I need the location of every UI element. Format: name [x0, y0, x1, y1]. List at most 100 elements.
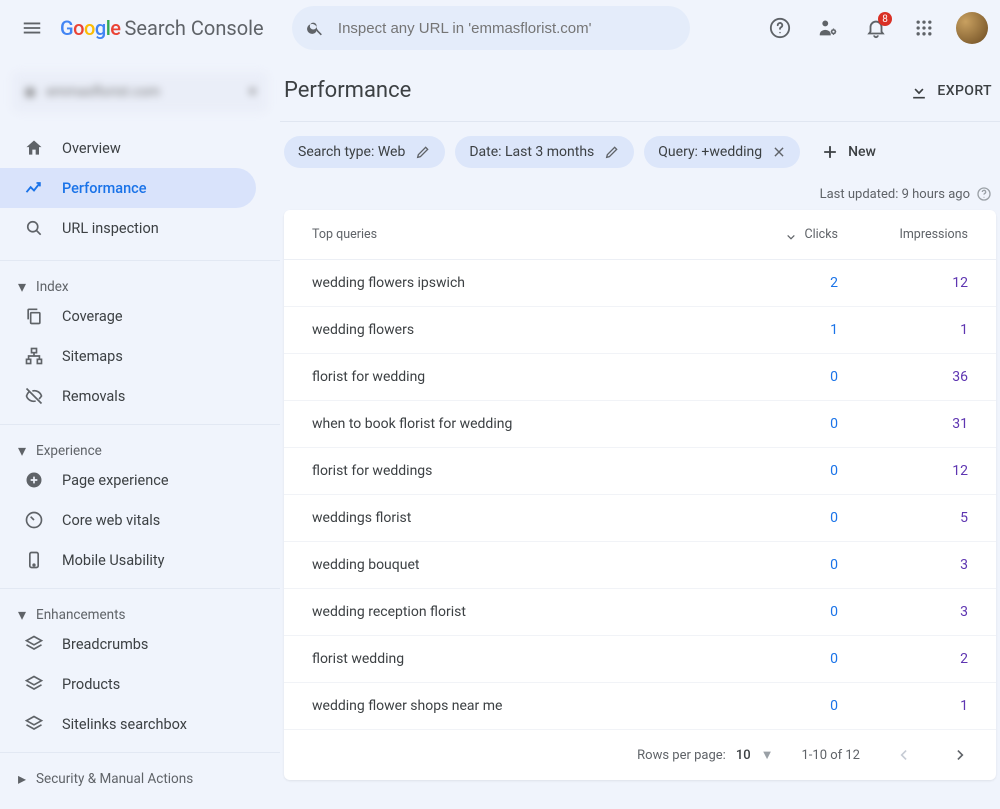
table-row[interactable]: wedding flowers11: [284, 307, 996, 354]
cell-impressions: 2: [838, 651, 968, 667]
nav-breadcrumbs[interactable]: Breadcrumbs: [0, 624, 256, 664]
cell-impressions: 3: [838, 557, 968, 573]
table-row[interactable]: wedding reception florist03: [284, 589, 996, 636]
col-impressions[interactable]: Impressions: [838, 227, 968, 242]
nav-products[interactable]: Products: [0, 664, 256, 704]
export-label: EXPORT: [937, 83, 992, 99]
last-updated: Last updated: 9 hours ago: [280, 186, 992, 202]
help-icon[interactable]: [760, 8, 800, 48]
rows-per-page[interactable]: Rows per page: 10 ▼: [637, 747, 773, 763]
queries-table: Top queries Clicks Impressions wedding f…: [284, 210, 996, 780]
table-row[interactable]: when to book florist for wedding031: [284, 401, 996, 448]
table-row[interactable]: weddings florist05: [284, 495, 996, 542]
nav-mobile-usability[interactable]: Mobile Usability: [0, 540, 256, 580]
page-range: 1-10 of 12: [801, 748, 860, 763]
cell-clicks: 0: [708, 557, 838, 573]
table-row[interactable]: wedding flowers ipswich212: [284, 260, 996, 307]
filter-chips: Search type: Web Date: Last 3 months Que…: [280, 136, 1000, 168]
group-label: Security & Manual Actions: [36, 771, 193, 787]
add-filter-button[interactable]: New: [810, 136, 886, 168]
pencil-icon: [415, 144, 431, 160]
cell-query: when to book florist for wedding: [312, 416, 708, 432]
arrow-down-icon: [784, 228, 798, 242]
group-security[interactable]: ▸ Security & Manual Actions: [0, 752, 280, 788]
next-page-button[interactable]: [946, 740, 976, 770]
cell-impressions: 5: [838, 510, 968, 526]
nav-sitelinks-searchbox[interactable]: Sitelinks searchbox: [0, 704, 256, 744]
property-selector[interactable]: ◉emmasflorist.com▾: [12, 72, 268, 112]
nav-performance[interactable]: Performance: [0, 168, 256, 208]
app-header: Google Search Console 8: [0, 0, 1000, 56]
nav-removals[interactable]: Removals: [0, 376, 256, 416]
notification-badge: 8: [878, 12, 892, 26]
apps-icon[interactable]: [904, 8, 944, 48]
cell-query: wedding reception florist: [312, 604, 708, 620]
logo[interactable]: Google Search Console: [60, 16, 264, 40]
help-icon[interactable]: [976, 186, 992, 202]
prev-page-button[interactable]: [888, 740, 918, 770]
cell-query: wedding bouquet: [312, 557, 708, 573]
table-row[interactable]: florist for weddings012: [284, 448, 996, 495]
cell-impressions: 3: [838, 604, 968, 620]
notifications-icon[interactable]: 8: [856, 8, 896, 48]
cell-query: wedding flower shops near me: [312, 698, 708, 714]
nav-sitemaps[interactable]: Sitemaps: [0, 336, 256, 376]
cell-clicks: 0: [708, 369, 838, 385]
nav-coverage[interactable]: Coverage: [0, 296, 256, 336]
group-label: Enhancements: [36, 607, 125, 623]
table-row[interactable]: wedding bouquet03: [284, 542, 996, 589]
page-title: Performance: [284, 78, 909, 103]
table-row[interactable]: florist wedding02: [284, 636, 996, 683]
group-experience[interactable]: ▾ Experience: [0, 424, 280, 460]
col-top-queries[interactable]: Top queries: [312, 227, 708, 242]
google-word: Google: [60, 16, 121, 40]
nav-label: Products: [62, 676, 120, 693]
user-settings-icon[interactable]: [808, 8, 848, 48]
nav-label: Core web vitals: [62, 512, 160, 529]
group-enhancements[interactable]: ▾ Enhancements: [0, 588, 280, 624]
nav-page-experience[interactable]: Page experience: [0, 460, 256, 500]
chip-search-type[interactable]: Search type: Web: [284, 136, 445, 168]
group-index[interactable]: ▾ Index: [0, 260, 280, 296]
chip-date[interactable]: Date: Last 3 months: [455, 136, 634, 168]
avatar[interactable]: [956, 12, 988, 44]
nav-label: Performance: [62, 180, 147, 197]
group-label: Experience: [36, 443, 102, 459]
cell-query: wedding flowers ipswich: [312, 275, 708, 291]
cell-impressions: 1: [838, 698, 968, 714]
table-header: Top queries Clicks Impressions: [284, 210, 996, 260]
nav-label: URL inspection: [62, 220, 159, 237]
close-icon[interactable]: [772, 145, 786, 159]
nav-url-inspection[interactable]: URL inspection: [0, 208, 256, 248]
sitemap-icon: [24, 346, 44, 366]
url-inspect-input[interactable]: [336, 19, 676, 38]
table-row[interactable]: wedding flower shops near me01: [284, 683, 996, 730]
copy-icon: [24, 306, 44, 326]
cell-impressions: 31: [838, 416, 968, 432]
group-label: Index: [36, 279, 69, 295]
cell-clicks: 0: [708, 416, 838, 432]
layers-icon: [24, 634, 44, 654]
menu-icon[interactable]: [12, 8, 52, 48]
sidebar: ◉emmasflorist.com▾ Overview Performance …: [0, 56, 280, 809]
nav-label: Overview: [62, 140, 121, 157]
nav-label: Sitemaps: [62, 348, 123, 365]
export-button[interactable]: EXPORT: [909, 81, 992, 101]
url-inspect-search[interactable]: [292, 6, 690, 50]
cell-clicks: 0: [708, 651, 838, 667]
plus-icon: [820, 142, 840, 162]
nav-label: Sitelinks searchbox: [62, 716, 187, 733]
table-row[interactable]: florist for wedding036: [284, 354, 996, 401]
chevron-down-icon: ▼: [761, 747, 774, 763]
cell-query: weddings florist: [312, 510, 708, 526]
cell-query: florist for wedding: [312, 369, 708, 385]
col-clicks[interactable]: Clicks: [708, 227, 838, 242]
nav-overview[interactable]: Overview: [0, 128, 256, 168]
table-footer: Rows per page: 10 ▼ 1-10 of 12: [284, 730, 996, 780]
cell-clicks: 1: [708, 322, 838, 338]
nav-core-web-vitals[interactable]: Core web vitals: [0, 500, 256, 540]
cell-query: wedding flowers: [312, 322, 708, 338]
chip-query[interactable]: Query: +wedding: [644, 136, 800, 168]
nav-label: Coverage: [62, 308, 123, 325]
plus-circle-icon: [24, 470, 44, 490]
